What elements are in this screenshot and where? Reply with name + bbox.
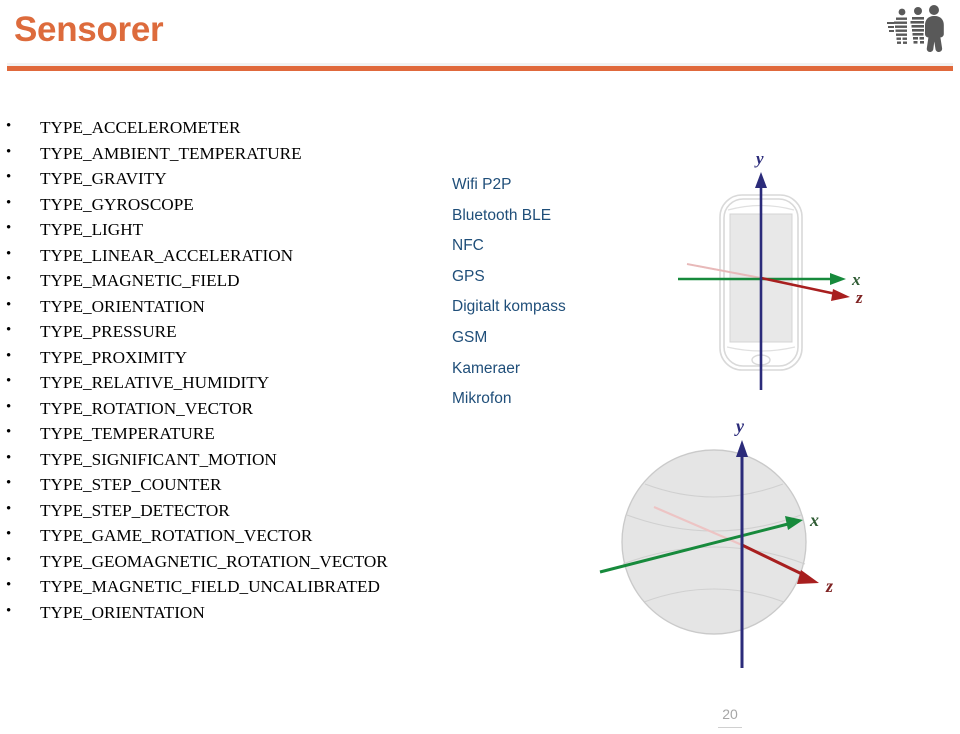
header-divider-rule <box>7 66 953 71</box>
page-number: 20 <box>722 706 738 722</box>
list-item: TYPE_GAME_ROTATION_VECTOR <box>0 522 470 549</box>
list-item: TYPE_AMBIENT_TEMPERATURE <box>0 140 470 167</box>
feature-list-item: Mikrofon <box>452 390 512 408</box>
page-number-rule <box>718 727 742 728</box>
feature-list-item: Digitalt kompass <box>452 298 566 316</box>
phone-axis-label-x: x <box>851 270 861 289</box>
list-item: TYPE_GEOMAGNETIC_ROTATION_VECTOR <box>0 548 470 575</box>
feature-list-item: Wifi P2P <box>452 176 512 193</box>
list-item: TYPE_ORIENTATION <box>0 293 470 320</box>
list-item: TYPE_TEMPERATURE <box>0 420 470 447</box>
sphere-axis-label-y: y <box>734 416 745 436</box>
phone-coordinate-axes-diagram: x z y <box>664 142 960 400</box>
walking-people-logo-icon <box>882 3 950 55</box>
sphere-axis-label-x: x <box>809 510 819 530</box>
feature-list-item: Kameraer <box>452 359 521 377</box>
list-item: TYPE_PROXIMITY <box>0 344 470 371</box>
list-item: TYPE_SIGNIFICANT_MOTION <box>0 446 470 473</box>
page-title: Sensorer <box>14 10 164 49</box>
list-item: TYPE_GRAVITY <box>0 165 470 192</box>
list-item: TYPE_PRESSURE <box>0 318 470 345</box>
list-item: TYPE_STEP_COUNTER <box>0 471 470 498</box>
list-item: TYPE_ACCELEROMETER <box>0 114 470 141</box>
list-item: TYPE_ORIENTATION <box>0 599 470 626</box>
list-item: TYPE_RELATIVE_HUMIDITY <box>0 369 470 396</box>
phone-axis-label-y: y <box>754 149 764 168</box>
sensor-type-list: TYPE_ACCELEROMETER TYPE_AMBIENT_TEMPERAT… <box>0 114 470 626</box>
list-item: TYPE_LIGHT <box>0 216 470 243</box>
list-item: TYPE_MAGNETIC_FIELD_UNCALIBRATED <box>0 573 470 600</box>
feature-list-item: GPS <box>452 267 485 285</box>
sphere-axis-label-z: z <box>825 576 833 596</box>
slide-header: Sensorer <box>0 0 960 72</box>
device-feature-list: Wifi P2P Bluetooth BLE NFC GPS Digitalt … <box>452 170 642 415</box>
feature-list-item: NFC <box>452 237 484 255</box>
globe-coordinate-axes-diagram: x z y <box>592 412 922 680</box>
list-item: TYPE_MAGNETIC_FIELD <box>0 267 470 294</box>
phone-axis-label-z: z <box>855 288 863 307</box>
list-item: TYPE_GYROSCOPE <box>0 191 470 218</box>
list-item: TYPE_LINEAR_ACCELERATION <box>0 242 470 269</box>
feature-list-item: GSM <box>452 328 488 346</box>
list-item: TYPE_ROTATION_VECTOR <box>0 395 470 422</box>
feature-list-item: Bluetooth BLE <box>452 206 552 224</box>
list-item: TYPE_STEP_DETECTOR <box>0 497 470 524</box>
